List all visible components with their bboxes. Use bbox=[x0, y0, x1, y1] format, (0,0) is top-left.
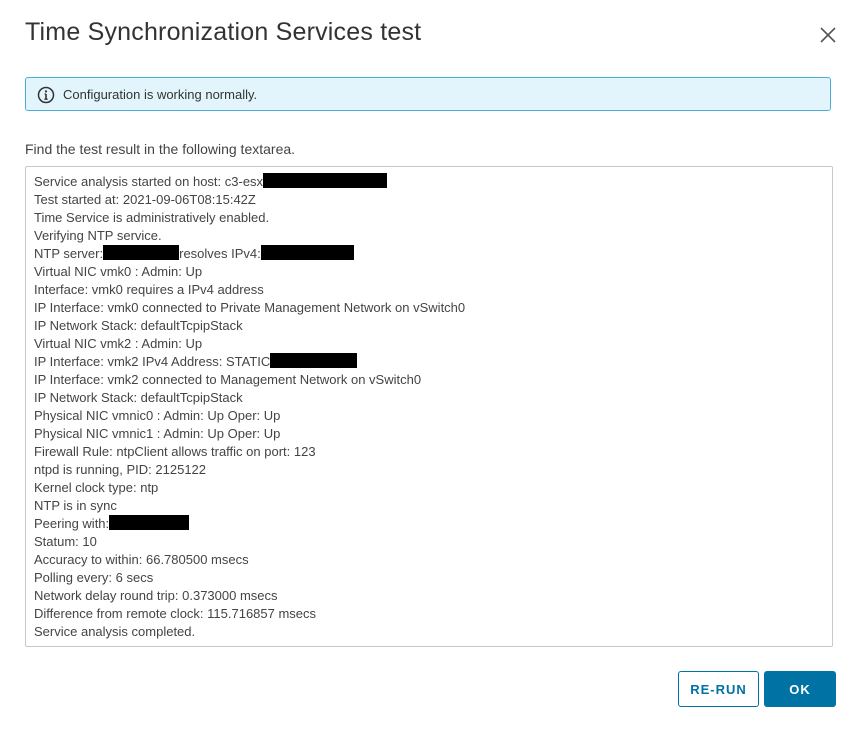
instruction-text: Find the test result in the following te… bbox=[25, 141, 296, 157]
log-line: NTP server: resolves IPv4: bbox=[34, 245, 832, 263]
log-line-text: Time Service is administratively enabled… bbox=[34, 210, 270, 225]
log-line: Verifying NTP service. bbox=[34, 227, 832, 245]
log-line-text: Network delay round trip: 0.373000 msecs bbox=[34, 588, 278, 603]
log-line-text: Interface: vmk0 requires a IPv4 address bbox=[34, 282, 264, 297]
log-line: IP Interface: vmk2 IPv4 Address: STATIC bbox=[34, 353, 832, 371]
log-line-text: IP Network Stack: defaultTcpipStack bbox=[34, 390, 243, 405]
log-line: Virtual NIC vmk2 : Admin: Up bbox=[34, 335, 832, 353]
log-line: Statum: 10 bbox=[34, 533, 832, 551]
log-line: Test started at: 2021-09-06T08:15:42Z bbox=[34, 191, 832, 209]
log-line: Interface: vmk0 requires a IPv4 address bbox=[34, 281, 832, 299]
log-line-text: Virtual NIC vmk2 : Admin: Up bbox=[34, 336, 203, 351]
log-line: Peering with: bbox=[34, 515, 832, 533]
log-line-text: IP Interface: vmk2 connected to Manageme… bbox=[34, 372, 422, 387]
close-button[interactable] bbox=[817, 24, 839, 46]
redacted-block bbox=[260, 245, 354, 260]
log-line: Firewall Rule: ntpClient allows traffic … bbox=[34, 443, 832, 461]
log-line-text: IP Network Stack: defaultTcpipStack bbox=[34, 318, 243, 333]
log-line-text: Service analysis started on host: c3-esx bbox=[34, 174, 264, 189]
log-line: Virtual NIC vmk0 : Admin: Up bbox=[34, 263, 832, 281]
log-line-text: Accuracy to within: 66.780500 msecs bbox=[34, 552, 249, 567]
log-line-text: Verifying NTP service. bbox=[34, 228, 162, 243]
log-line: Polling every: 6 secs bbox=[34, 569, 832, 587]
log-line: Kernel clock type: ntp bbox=[34, 479, 832, 497]
info-alert: Configuration is working normally. bbox=[25, 77, 831, 111]
time-sync-test-dialog: Time Synchronization Services test Confi… bbox=[0, 0, 857, 730]
log-line-text: Physical NIC vmnic1 : Admin: Up Oper: Up bbox=[34, 426, 281, 441]
test-result-textarea[interactable]: Service analysis started on host: c3-esx… bbox=[25, 166, 833, 647]
alert-message: Configuration is working normally. bbox=[63, 87, 258, 102]
redacted-block bbox=[103, 245, 180, 260]
log-line: Physical NIC vmnic0 : Admin: Up Oper: Up bbox=[34, 407, 832, 425]
log-line-text: Virtual NIC vmk0 : Admin: Up bbox=[34, 264, 203, 279]
log-line-text: NTP server: bbox=[34, 246, 104, 261]
log-line-text: Physical NIC vmnic0 : Admin: Up Oper: Up bbox=[34, 408, 281, 423]
log-line-text: NTP is in sync bbox=[34, 498, 117, 513]
info-circle-icon bbox=[37, 86, 55, 104]
log-line-text: Kernel clock type: ntp bbox=[34, 480, 159, 495]
log-line-text: Polling every: 6 secs bbox=[34, 570, 154, 585]
redacted-block bbox=[109, 515, 190, 530]
log-line: Accuracy to within: 66.780500 msecs bbox=[34, 551, 832, 569]
redacted-block bbox=[263, 173, 388, 188]
log-line: Service analysis started on host: c3-esx bbox=[34, 173, 832, 191]
log-line-text: Difference from remote clock: 115.716857… bbox=[34, 606, 317, 621]
log-line-text: Firewall Rule: ntpClient allows traffic … bbox=[34, 444, 316, 459]
log-line: ntpd is running, PID: 2125122 bbox=[34, 461, 832, 479]
redacted-block bbox=[270, 353, 358, 368]
ok-button[interactable]: OK bbox=[764, 671, 836, 707]
log-line: Service analysis completed. bbox=[34, 623, 832, 641]
log-line-text: Peering with: bbox=[34, 516, 110, 531]
log-line: IP Network Stack: defaultTcpipStack bbox=[34, 389, 832, 407]
rerun-button[interactable]: RE-RUN bbox=[678, 671, 759, 707]
dialog-title: Time Synchronization Services test bbox=[25, 18, 422, 46]
log-line-text: Test started at: 2021-09-06T08:15:42Z bbox=[34, 192, 256, 207]
log-line-text: resolves IPv4: bbox=[179, 246, 261, 261]
log-line: Difference from remote clock: 115.716857… bbox=[34, 605, 832, 623]
log-line-text: Service analysis completed. bbox=[34, 624, 196, 639]
log-line: Physical NIC vmnic1 : Admin: Up Oper: Up bbox=[34, 425, 832, 443]
log-line: NTP is in sync bbox=[34, 497, 832, 515]
log-line: IP Network Stack: defaultTcpipStack bbox=[34, 317, 832, 335]
log-line-text: IP Interface: vmk0 connected to Private … bbox=[34, 300, 466, 315]
log-line-text: IP Interface: vmk2 IPv4 Address: STATIC bbox=[34, 354, 271, 369]
log-line: IP Interface: vmk0 connected to Private … bbox=[34, 299, 832, 317]
log-line-text: ntpd is running, PID: 2125122 bbox=[34, 462, 207, 477]
log-line: Time Service is administratively enabled… bbox=[34, 209, 832, 227]
log-line: IP Interface: vmk2 connected to Manageme… bbox=[34, 371, 832, 389]
log-line: Network delay round trip: 0.373000 msecs bbox=[34, 587, 832, 605]
log-line-text: Statum: 10 bbox=[34, 534, 97, 549]
close-icon bbox=[820, 27, 836, 43]
